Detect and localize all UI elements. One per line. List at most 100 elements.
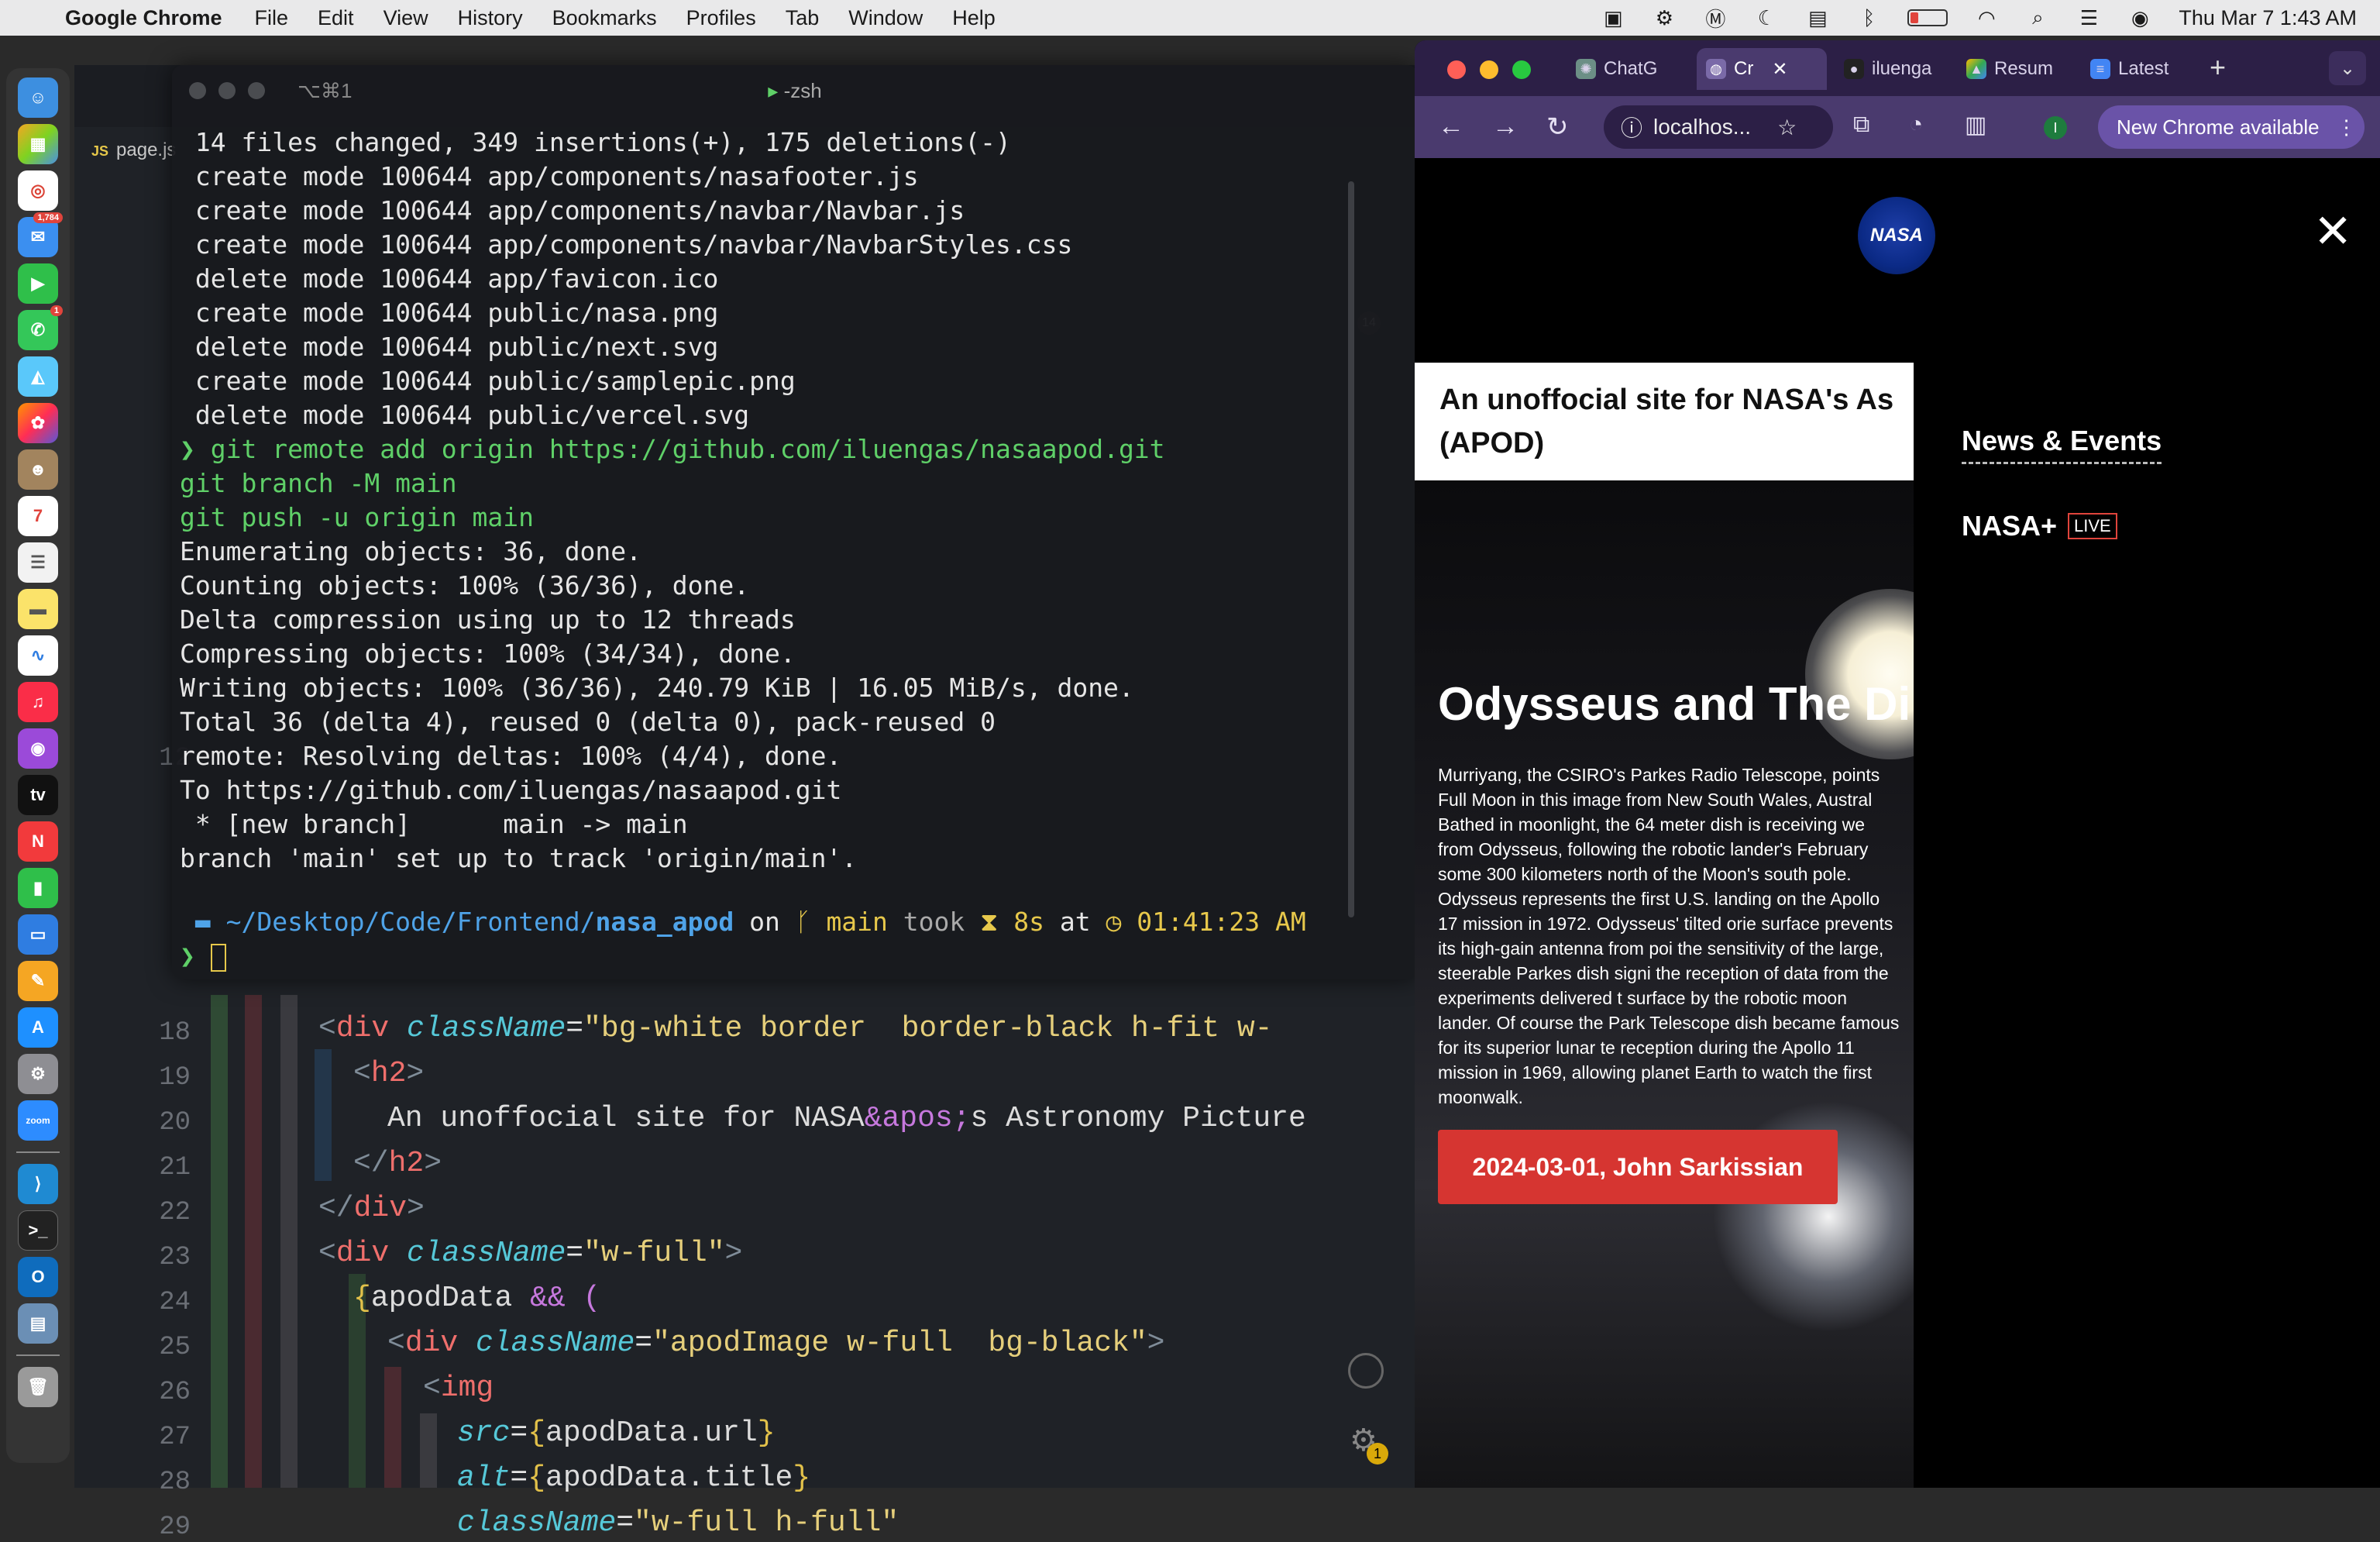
preview-icon[interactable]: ▤ bbox=[18, 1303, 58, 1344]
git-branch-icon: ᚴ bbox=[795, 907, 827, 937]
code-line-29[interactable]: className="w-full h-full" bbox=[457, 1506, 899, 1540]
photos-icon[interactable]: ✿ bbox=[18, 403, 58, 443]
tab-close-icon[interactable]: ✕ bbox=[1772, 58, 1787, 81]
code-line-19[interactable]: <h2> bbox=[353, 1057, 424, 1090]
back-icon[interactable]: ← bbox=[1438, 112, 1464, 142]
finder-icon[interactable]: ☺ bbox=[18, 77, 58, 118]
messages-icon[interactable]: ✆ 1 bbox=[18, 305, 63, 350]
chrome-icon[interactable]: ◎ bbox=[18, 170, 58, 211]
tab-latest[interactable]: ≡ Latest bbox=[2081, 48, 2178, 90]
menu-view[interactable]: View bbox=[383, 6, 428, 30]
code-line-26[interactable]: <img bbox=[423, 1372, 494, 1405]
chrome-zoom-button[interactable] bbox=[1512, 60, 1531, 79]
menu-bookmarks[interactable]: Bookmarks bbox=[552, 6, 657, 30]
m-app-icon[interactable]: Ⓜ bbox=[1703, 4, 1728, 33]
code-line-20[interactable]: An unoffocial site for NASA&apos;s Astro… bbox=[387, 1102, 1306, 1135]
appstore-icon[interactable]: A bbox=[18, 1007, 58, 1048]
code-line-22[interactable]: </div> bbox=[318, 1192, 425, 1225]
close-menu-icon[interactable]: ✕ bbox=[2313, 205, 2352, 259]
date-credit-button[interactable]: 2024-03-01, John Sarkissian bbox=[1438, 1130, 1838, 1204]
terminal-scrollbar[interactable] bbox=[1348, 181, 1354, 917]
mail-icon[interactable]: ✉ 1,784 bbox=[18, 212, 63, 257]
music-icon[interactable]: ♫ bbox=[18, 682, 58, 722]
settings-icon[interactable]: ⚙ bbox=[18, 1054, 58, 1094]
tab-github[interactable]: ● iluenga bbox=[1835, 48, 1941, 90]
address-bar[interactable]: ⓘ localhos... ☆ bbox=[1604, 105, 1833, 149]
performance-icon[interactable]: ◔ bbox=[1909, 112, 1923, 138]
launchpad-icon[interactable]: ▦ bbox=[18, 124, 58, 164]
wifi-icon[interactable]: ◠ bbox=[1974, 6, 1999, 30]
screen-mirror-icon[interactable]: ▣ bbox=[1601, 6, 1625, 30]
nasa-logo[interactable]: NASA bbox=[1858, 197, 1935, 274]
zoom-button[interactable] bbox=[248, 82, 265, 99]
pages-icon[interactable]: ✎ bbox=[18, 961, 58, 1001]
minimize-button[interactable] bbox=[218, 82, 236, 99]
appletv-icon[interactable]: tv bbox=[18, 775, 58, 815]
update-chrome-button[interactable]: New Chrome available ⋮ bbox=[2098, 105, 2365, 149]
profile-avatar[interactable]: I bbox=[2044, 116, 2067, 139]
menu-news-events[interactable]: News & Events bbox=[1962, 425, 2162, 464]
code-line-27[interactable]: src={apodData.url} bbox=[457, 1416, 776, 1450]
code-line-23[interactable]: <div className="w-full"> bbox=[318, 1237, 742, 1270]
contacts-icon[interactable]: ☻ bbox=[18, 449, 58, 490]
code-line-28[interactable]: alt={apodData.title} bbox=[457, 1461, 810, 1495]
menu-profiles[interactable]: Profiles bbox=[686, 6, 756, 30]
search-icon[interactable]: ⌕ bbox=[2025, 5, 2050, 30]
site-info-icon[interactable]: ⓘ bbox=[1621, 112, 1642, 143]
podcasts-icon[interactable]: ◉ bbox=[18, 728, 58, 769]
editor-tab-page-js[interactable]: JS page.js bbox=[91, 139, 176, 161]
battery-icon[interactable] bbox=[1907, 9, 1948, 26]
maps-icon[interactable]: ◭ bbox=[18, 356, 58, 397]
tab-search-button[interactable]: ⌄ bbox=[2329, 51, 2366, 85]
terminal-input-line[interactable]: ❯ bbox=[180, 941, 226, 972]
notes-icon[interactable]: ▬ bbox=[18, 589, 58, 629]
menu-edit[interactable]: Edit bbox=[318, 6, 354, 30]
facetime-icon[interactable]: ▶ bbox=[18, 263, 58, 304]
openai-icon[interactable]: ⚙ bbox=[1652, 6, 1677, 30]
freeform-icon[interactable]: ∿ bbox=[18, 635, 58, 676]
forward-icon[interactable]: → bbox=[1492, 112, 1518, 142]
terminal-icon[interactable]: >_ bbox=[18, 1210, 58, 1251]
bookmark-star-icon[interactable]: ☆ bbox=[1777, 115, 1797, 140]
moon-icon[interactable]: ☾ bbox=[1754, 6, 1779, 30]
tab-resume[interactable]: ▲ Resum bbox=[1957, 48, 2062, 90]
reminders-icon[interactable]: ☰ bbox=[18, 542, 58, 583]
code-line-24[interactable]: {apodData && ( bbox=[353, 1282, 600, 1315]
reload-icon[interactable]: ↻ bbox=[1546, 112, 1569, 143]
outlook-icon[interactable]: O bbox=[18, 1257, 58, 1297]
extensions-icon[interactable]: ⧉ bbox=[1853, 112, 1869, 138]
calendar-icon[interactable]: 7 bbox=[18, 496, 58, 536]
chrome-minimize-button[interactable] bbox=[1480, 60, 1498, 79]
siri-icon[interactable]: ◉ bbox=[2127, 6, 2152, 30]
vscode-icon[interactable]: ⟩ bbox=[18, 1164, 58, 1204]
clock-icon: ◷ bbox=[1106, 907, 1122, 937]
menu-file[interactable]: File bbox=[255, 6, 289, 30]
menu-help[interactable]: Help bbox=[952, 6, 996, 30]
code-line-18[interactable]: <div className="bg-white border border-b… bbox=[318, 1012, 1272, 1045]
new-tab-button[interactable]: + bbox=[2210, 51, 2226, 84]
tab-chatgpt[interactable]: ✺ ChatG bbox=[1567, 48, 1666, 90]
numbers-icon[interactable]: ▮ bbox=[18, 868, 58, 908]
kebab-menu-icon[interactable]: ⋮ bbox=[2337, 115, 2357, 139]
code-line-25[interactable]: <div className="apodImage w-full bg-blac… bbox=[387, 1327, 1164, 1360]
account-icon[interactable] bbox=[1348, 1353, 1384, 1389]
menu-tab[interactable]: Tab bbox=[786, 6, 820, 30]
menu-nasa-plus[interactable]: NASA+ LIVE bbox=[1962, 510, 2117, 542]
card-icon[interactable]: ▤ bbox=[1805, 6, 1830, 30]
terminal-line: delete mode 100644 app/favicon.ico bbox=[180, 263, 719, 294]
menu-window[interactable]: Window bbox=[848, 6, 923, 30]
menu-history[interactable]: History bbox=[458, 6, 523, 30]
chrome-close-button[interactable] bbox=[1447, 60, 1466, 79]
code-line-21[interactable]: </h2> bbox=[353, 1147, 442, 1180]
menubar-clock[interactable]: Thu Mar 7 1:43 AM bbox=[2179, 6, 2357, 30]
bluetooth-icon[interactable]: ᛒ bbox=[1856, 6, 1881, 30]
app-name-menu[interactable]: Google Chrome bbox=[65, 6, 222, 30]
keynote-icon[interactable]: ▭ bbox=[18, 914, 58, 955]
zoom-icon[interactable]: zoom bbox=[18, 1100, 58, 1141]
control-center-icon[interactable]: ☰ bbox=[2076, 6, 2101, 30]
news-icon[interactable]: N bbox=[18, 821, 58, 862]
side-panel-icon[interactable]: ▥ bbox=[1965, 112, 1986, 139]
close-button[interactable] bbox=[189, 82, 206, 99]
tab-current[interactable]: ◍ Cr ✕ bbox=[1697, 48, 1827, 90]
trash-icon[interactable]: 🗑 bbox=[18, 1367, 58, 1407]
